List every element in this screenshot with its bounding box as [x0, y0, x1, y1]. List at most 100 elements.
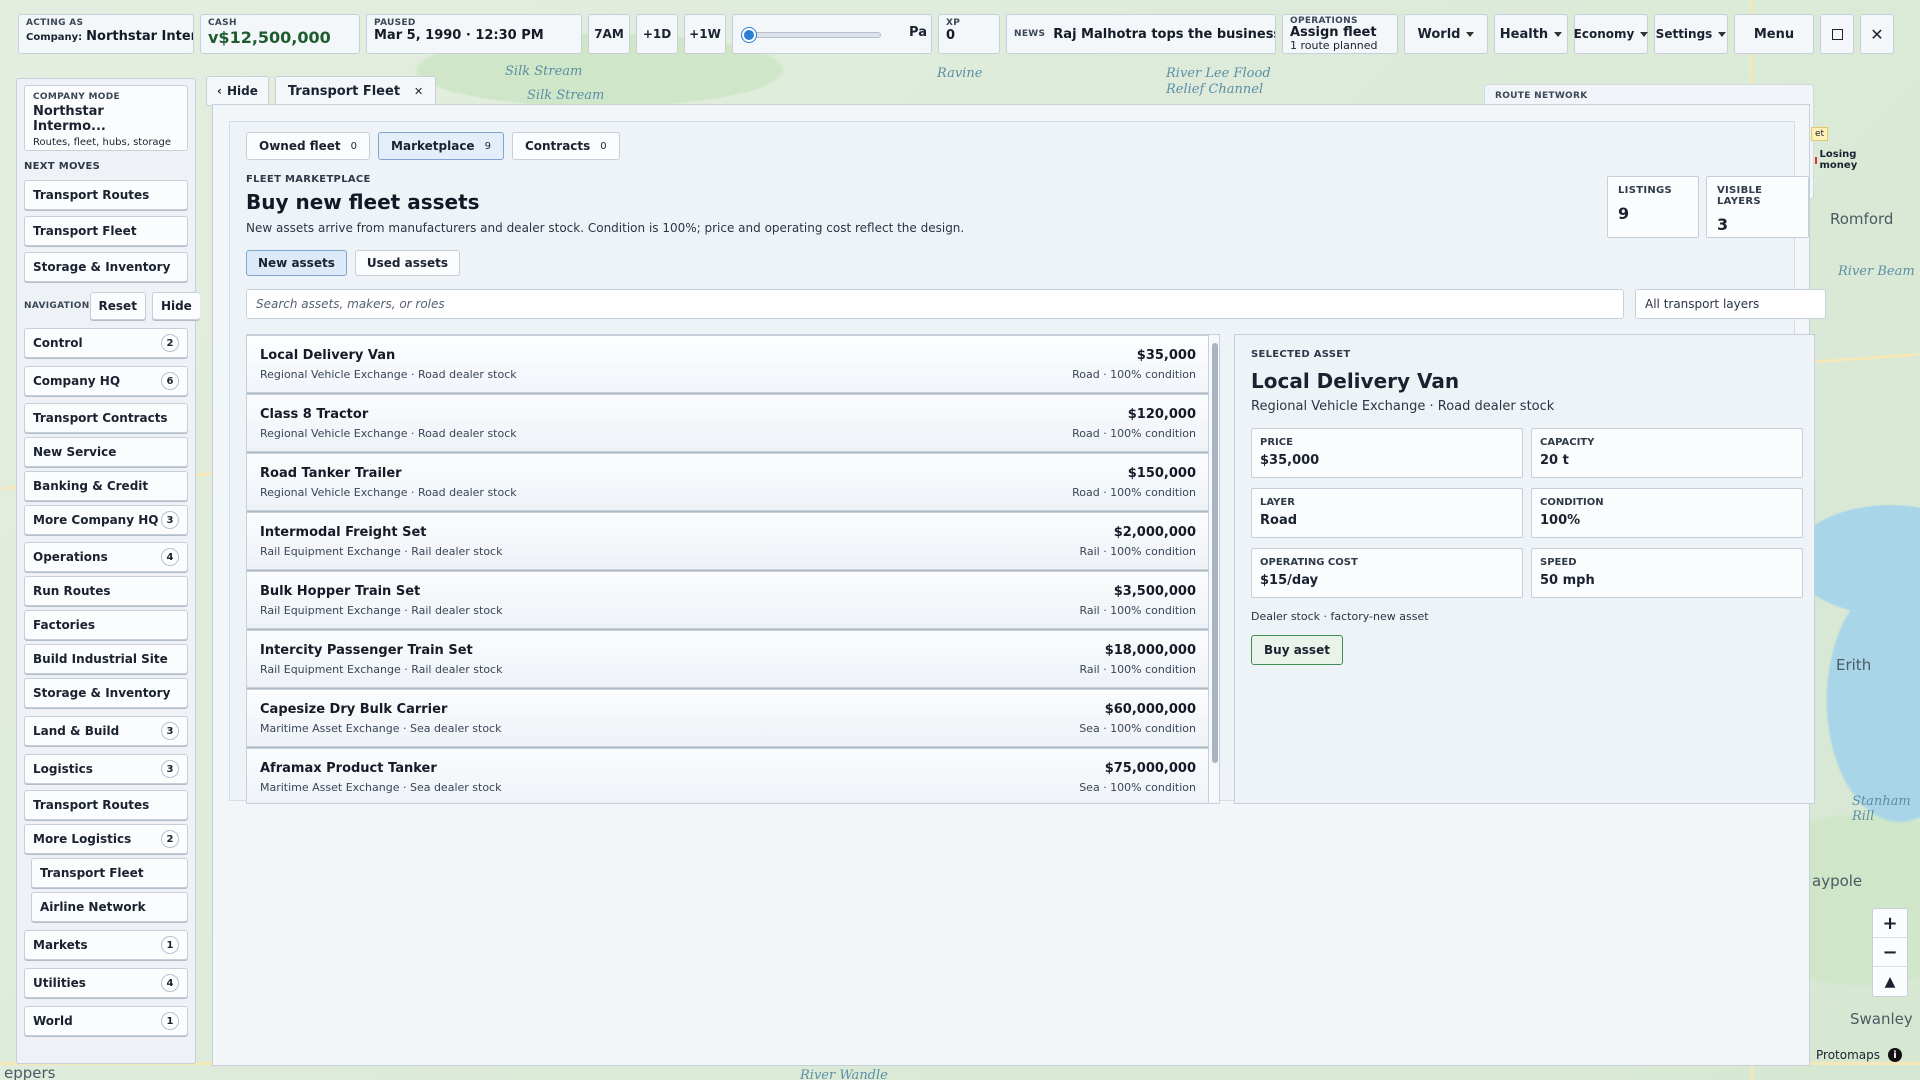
next-move-transport-fleet[interactable]: Transport Fleet — [24, 216, 188, 246]
nav-factories[interactable]: Factories — [24, 610, 188, 640]
hide-panel-button[interactable]: ‹ Hide — [206, 76, 269, 106]
new-assets-toggle[interactable]: New assets — [246, 250, 347, 276]
nav-markets[interactable]: Markets 1 — [24, 930, 188, 960]
nav-reset-button[interactable]: Reset — [89, 292, 146, 320]
listing-row[interactable]: Class 8 Tractor Regional Vehicle Exchange… — [247, 394, 1209, 452]
speed-slider[interactable]: Pa — [732, 14, 932, 54]
nav-operations[interactable]: Operations 4 — [24, 542, 188, 572]
map-label: Silk Stream — [505, 64, 583, 79]
map-label: Silk Stream — [527, 88, 605, 103]
news-ticker[interactable]: News Raj Malhotra tops the business rank — [1006, 14, 1276, 54]
status-dot-icon — [1815, 156, 1817, 164]
listing-row[interactable]: Bulk Hopper Train Set Rail Equipment Exch… — [247, 571, 1209, 629]
next-move-transport-routes[interactable]: Transport Routes — [24, 180, 188, 210]
listing-price: $18,000,000 — [1104, 643, 1196, 658]
nav-more-company-hq[interactable]: More Company HQ 3 — [24, 505, 188, 535]
close-button[interactable]: ✕ — [1860, 14, 1894, 54]
chevron-left-icon: ‹ — [217, 84, 222, 98]
nav-item-label: More Company HQ — [33, 513, 159, 527]
selected-asset-name: Local Delivery Van — [1251, 369, 1460, 393]
map-label: Stanham Rill — [1852, 794, 1911, 824]
main-menu-button[interactable]: Menu — [1734, 14, 1814, 54]
nav-transport-fleet[interactable]: Transport Fleet — [31, 858, 188, 888]
map-label: aypole — [1812, 872, 1863, 890]
maximize-button[interactable] — [1820, 14, 1854, 54]
jump-7am-button[interactable]: 7AM — [588, 14, 630, 54]
nav-more-logistics[interactable]: More Logistics 2 — [24, 824, 188, 854]
marketplace-eyebrow: Fleet marketplace — [246, 174, 371, 185]
nav-run-routes[interactable]: Run Routes — [24, 576, 188, 606]
nav-badge: 2 — [161, 334, 179, 352]
listing-source: Regional Vehicle Exchange · Road dealer … — [260, 486, 517, 499]
nav-company-hq[interactable]: Company HQ 6 — [24, 366, 188, 396]
nav-world[interactable]: World 1 — [24, 1006, 188, 1036]
route-tag: et — [1811, 127, 1829, 141]
tab-transport-fleet[interactable]: Transport Fleet ✕ — [274, 76, 437, 106]
advance-day-button[interactable]: +1D — [636, 14, 678, 54]
nav-control[interactable]: Control 2 — [24, 328, 188, 358]
world-menu[interactable]: World — [1404, 14, 1488, 54]
advance-week-button[interactable]: +1W — [684, 14, 726, 54]
top-bar: Acting as Company: Northstar Inter... Ca… — [18, 14, 1920, 54]
nav-transport-routes[interactable]: Transport Routes — [24, 790, 188, 820]
operations-box[interactable]: Operations Assign fleet 1 route planned — [1282, 14, 1398, 54]
visible-layers-stat: Visible layers 3 — [1706, 176, 1809, 238]
nav-storage-inventory[interactable]: Storage & Inventory — [24, 678, 188, 708]
nav-new-service[interactable]: New Service — [24, 437, 188, 467]
asset-condition-toggle: New assets Used assets — [246, 250, 461, 276]
speed-slider-track[interactable] — [741, 28, 881, 42]
subtab-contracts[interactable]: Contracts 0 — [511, 132, 620, 160]
compass-reset-button[interactable]: ▲ — [1873, 967, 1907, 996]
next-move-storage[interactable]: Storage & Inventory — [24, 252, 188, 282]
listings-list[interactable]: Local Delivery Van Regional Vehicle Excha… — [246, 334, 1220, 804]
health-menu[interactable]: Health — [1494, 14, 1568, 54]
spec-value: 50 mph — [1540, 573, 1595, 588]
attribution-label[interactable]: Protomaps — [1816, 1048, 1880, 1062]
asset-note: Dealer stock · factory-new asset — [1251, 610, 1429, 623]
nav-build-industrial-site[interactable]: Build Industrial Site — [24, 644, 188, 674]
nav-badge: 3 — [161, 722, 179, 740]
listing-row[interactable]: Intermodal Freight Set Rail Equipment Exc… — [247, 512, 1209, 570]
zoom-out-button[interactable]: − — [1873, 938, 1907, 967]
nav-item-label: Logistics — [33, 762, 93, 776]
subtab-marketplace[interactable]: Marketplace 9 — [378, 132, 504, 160]
nav-logistics[interactable]: Logistics 3 — [24, 754, 188, 784]
layer-filter-select[interactable]: All transport layers — [1635, 289, 1826, 319]
acting-as-box[interactable]: Acting as Company: Northstar Inter... — [18, 14, 194, 54]
subtab-count: 0 — [350, 140, 358, 152]
zoom-in-button[interactable]: + — [1873, 909, 1907, 938]
listing-row[interactable]: Intercity Passenger Train Set Rail Equipm… — [247, 630, 1209, 688]
listing-row[interactable]: Local Delivery Van Regional Vehicle Excha… — [247, 335, 1209, 393]
settings-menu[interactable]: Settings — [1654, 14, 1728, 54]
nav-transport-contracts[interactable]: Transport Contracts — [24, 403, 188, 433]
nav-utilities[interactable]: Utilities 4 — [24, 968, 188, 998]
subtab-owned-fleet[interactable]: Owned fleet 0 — [246, 132, 371, 160]
next-moves-title: Next moves — [24, 161, 101, 172]
economy-menu[interactable]: Economy — [1574, 14, 1649, 54]
listing-row[interactable]: Capesize Dry Bulk Carrier Maritime Asset … — [247, 689, 1209, 747]
nav-land-build[interactable]: Land & Build 3 — [24, 716, 188, 746]
navigation-list: Control 2 Company HQ 6 Transport Contracts… — [17, 328, 195, 1036]
nav-airline-network[interactable]: Airline Network — [31, 892, 188, 922]
subtab-label: Contracts — [524, 139, 591, 153]
used-assets-toggle[interactable]: Used assets — [354, 250, 461, 276]
company-mode-card[interactable]: Company mode Northstar Intermo... Routes… — [24, 85, 188, 151]
search-input[interactable]: Search assets, makers, or roles — [246, 289, 1624, 319]
spec-speed: Speed 50 mph — [1531, 548, 1803, 598]
page-title: Buy new fleet assets — [246, 190, 480, 214]
nav-hide-button[interactable]: Hide — [151, 292, 200, 320]
listings-scrollbar[interactable] — [1212, 343, 1218, 763]
nav-item-label: Operations — [33, 550, 108, 564]
speed-slider-thumb[interactable] — [742, 28, 756, 42]
nav-banking-credit[interactable]: Banking & Credit — [24, 471, 188, 501]
listing-price: $60,000,000 — [1104, 702, 1196, 717]
news-caption: News — [1014, 29, 1046, 39]
nav-badge: 6 — [161, 372, 179, 390]
map-label: Swanley — [1850, 1010, 1913, 1028]
close-tab-icon[interactable]: ✕ — [414, 85, 423, 98]
buy-asset-button[interactable]: Buy asset — [1251, 635, 1343, 665]
nav-item-label: Transport Routes — [33, 798, 150, 812]
listing-row[interactable]: Road Tanker Trailer Regional Vehicle Exch… — [247, 453, 1209, 511]
info-icon[interactable]: i — [1888, 1048, 1902, 1062]
listing-row[interactable]: Aframax Product Tanker Maritime Asset Exc… — [247, 748, 1209, 803]
